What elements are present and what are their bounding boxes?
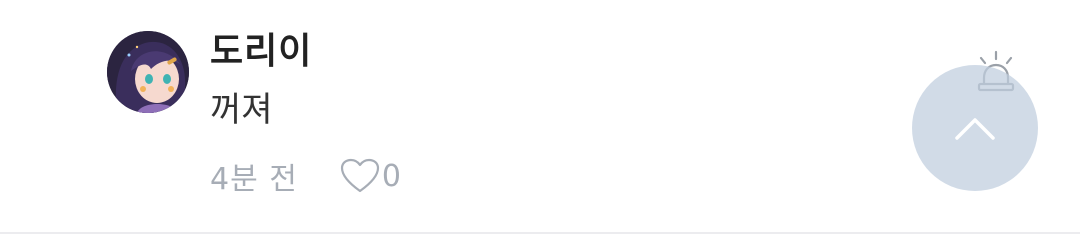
comment-divider (0, 232, 1080, 234)
like-count: 0 (381, 158, 401, 194)
comment-time: 4분 전 (210, 162, 298, 197)
comment-author-name[interactable]: 도리이 (210, 30, 312, 74)
like-button[interactable]: 0 (340, 158, 401, 194)
comment-meta: 4분 전 0 (210, 154, 401, 198)
scroll-to-top-button[interactable] (912, 65, 1038, 191)
avatar[interactable] (107, 31, 189, 113)
avatar-image (107, 31, 189, 113)
heart-outline-icon (340, 158, 379, 193)
chevron-up-icon (955, 118, 995, 140)
comment-text: 꺼져 (210, 90, 273, 130)
